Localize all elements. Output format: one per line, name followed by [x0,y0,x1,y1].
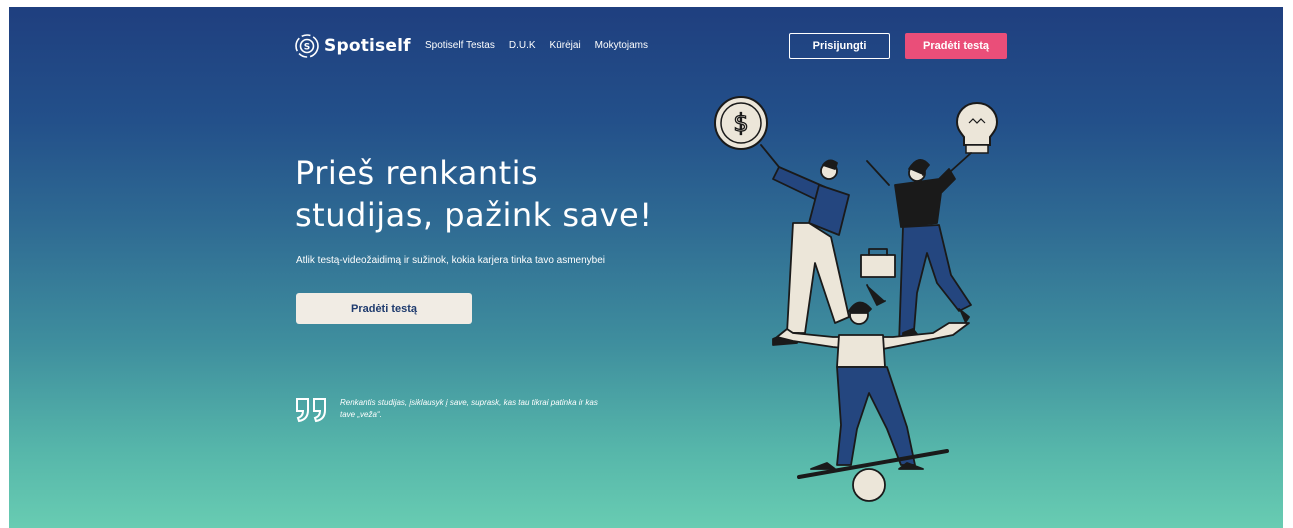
login-button[interactable]: Prisijungti [789,33,890,59]
hero-quote: Renkantis studijas, įsiklausyk į save, s… [340,398,598,419]
start-test-hero-button[interactable]: Pradėti testą [296,293,472,324]
nav-links: Spotiself Testas D.U.K Kūrėjai Mokytojam… [425,40,648,51]
hero-headline-line-2: studijas, pažink save! [295,196,653,234]
nav-link-mokytojams[interactable]: Mokytojams [595,40,648,51]
svg-text:$: $ [733,109,748,137]
hero-subtitle: Atlik testą-videožaidimą ir sužinok, kok… [296,255,606,266]
nav-link-kurejai[interactable]: Kūrėjai [550,40,581,51]
start-test-nav-button[interactable]: Pradėti testą [905,33,1007,59]
top-navigation: S Spotiself Spotiself Testas D.U.K Kūrėj… [9,7,1283,87]
quote-icon [296,398,326,423]
brand-logo[interactable]: S Spotiself [294,33,411,59]
svg-text:S: S [304,43,310,53]
brand-name: Spotiself [324,36,411,56]
nav-link-duk[interactable]: D.U.K [509,40,536,51]
spotiself-logo-icon: S [295,34,319,58]
nav-link-spotiself-testas[interactable]: Spotiself Testas [425,40,495,51]
hero-section: S Spotiself Spotiself Testas D.U.K Kūrėj… [9,7,1283,528]
hero-headline-line-1: Prieš renkantis [295,154,539,192]
coin-dollar-icon: $ [714,96,768,150]
hero-headline: Prieš renkantis studijas, pažink save! [295,152,715,236]
balancing-people-illustration: $ [714,96,999,502]
lightbulb-icon [955,101,999,154]
